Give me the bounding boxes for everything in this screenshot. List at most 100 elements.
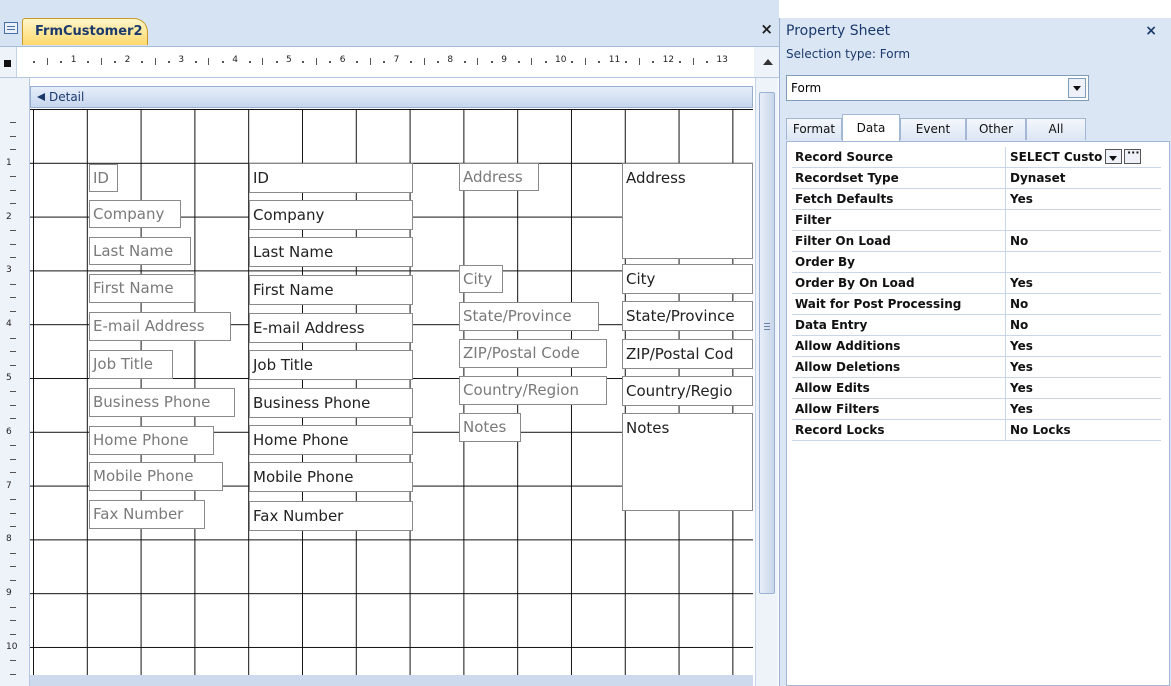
property-value[interactable] — [1006, 210, 1161, 230]
property-name: Data Entry — [792, 315, 1006, 335]
textbox-mobile-phone[interactable]: Mobile Phone — [249, 462, 413, 492]
close-icon[interactable]: × — [1145, 23, 1157, 39]
label-job-title[interactable]: Job Title — [89, 350, 173, 379]
ruler-tick — [154, 58, 156, 65]
textbox-home-phone[interactable]: Home Phone — [249, 425, 413, 455]
property-row[interactable]: Recordset Type Dynaset — [792, 168, 1161, 189]
property-value[interactable]: Yes — [1006, 357, 1161, 377]
ruler-tick — [208, 58, 210, 65]
property-value[interactable]: No — [1006, 315, 1161, 335]
property-value[interactable]: Dynaset — [1006, 168, 1161, 188]
property-value[interactable]: No Locks — [1006, 420, 1161, 440]
label-id[interactable]: ID — [89, 164, 118, 192]
grid-bottom-edge — [30, 675, 753, 686]
property-value[interactable]: Yes — [1006, 378, 1161, 398]
form-selector-box[interactable] — [4, 60, 11, 67]
ruler-number: 4 — [6, 319, 12, 330]
close-icon[interactable]: × — [760, 20, 773, 38]
property-row[interactable]: Order By — [792, 252, 1161, 273]
ruler-number: 5 — [6, 373, 12, 383]
document-tab-bar: FrmCustomer2 × — [0, 0, 779, 47]
object-selector-dropdown[interactable]: Form — [786, 75, 1089, 101]
textbox-state-province[interactable]: State/Province — [622, 301, 753, 331]
label-mobile-phone[interactable]: Mobile Phone — [89, 462, 223, 491]
vertical-ruler: 1 2 3 4 5 6 7 8 9 10 — [0, 78, 30, 686]
tab-all[interactable]: All — [1026, 118, 1086, 140]
tab-format[interactable]: Format — [786, 118, 842, 140]
property-row[interactable]: Data Entry No — [792, 315, 1161, 336]
ruler-tick — [383, 61, 386, 63]
dropdown-arrow-icon[interactable] — [1105, 149, 1122, 164]
ruler-number: 6 — [339, 55, 346, 65]
label-home-phone[interactable]: Home Phone — [89, 426, 214, 455]
object-selector-value: Form — [791, 81, 822, 95]
label-fax-number[interactable]: Fax Number — [89, 500, 205, 529]
property-value[interactable]: Yes — [1006, 273, 1161, 293]
ruler-tick — [10, 606, 16, 608]
textbox-first-name[interactable]: First Name — [249, 275, 413, 305]
label-notes[interactable]: Notes — [459, 413, 521, 442]
property-name: Wait for Post Processing — [792, 294, 1006, 314]
vertical-scrollbar[interactable] — [755, 78, 778, 686]
textbox-business-phone[interactable]: Business Phone — [249, 388, 413, 418]
property-value[interactable]: No — [1006, 294, 1161, 314]
property-row[interactable]: Order By On Load Yes — [792, 273, 1161, 294]
label-zip-postal-code[interactable]: ZIP/Postal Code — [459, 339, 607, 368]
property-row[interactable]: Fetch Defaults Yes — [792, 189, 1161, 210]
textbox-country-region[interactable]: Country/Regio — [622, 376, 753, 406]
chevron-down-icon[interactable] — [1068, 78, 1086, 98]
ruler-tick — [598, 61, 601, 63]
property-value[interactable]: Yes — [1006, 189, 1161, 209]
textbox-company[interactable]: Company — [249, 200, 413, 230]
ruler-tick — [423, 58, 425, 65]
textbox-address[interactable]: Address — [622, 163, 753, 259]
property-row[interactable]: Record Source SELECT Custo — [792, 146, 1161, 168]
tab-frmcustomer2[interactable]: FrmCustomer2 — [22, 18, 148, 45]
detail-section-bar[interactable]: Detail — [30, 86, 753, 108]
property-value[interactable]: Yes — [1006, 336, 1161, 356]
label-email-address[interactable]: E-mail Address — [89, 312, 231, 341]
property-row[interactable]: Record Locks No Locks — [792, 420, 1161, 441]
textbox-zip-postal-code[interactable]: ZIP/Postal Cod — [622, 339, 753, 369]
textbox-city[interactable]: City — [622, 264, 753, 294]
property-value[interactable] — [1006, 252, 1161, 272]
ruler-tick — [315, 58, 317, 65]
textbox-email-address[interactable]: E-mail Address — [249, 313, 413, 343]
property-row[interactable]: Wait for Post Processing No — [792, 294, 1161, 315]
property-row[interactable]: Allow Deletions Yes — [792, 357, 1161, 378]
ruler-tick — [705, 61, 708, 63]
textbox-notes[interactable]: Notes — [622, 413, 753, 511]
label-state-province[interactable]: State/Province — [459, 302, 599, 331]
property-row[interactable]: Filter On Load No — [792, 231, 1161, 252]
property-value[interactable]: No — [1006, 231, 1161, 251]
textbox-id[interactable]: ID — [249, 163, 413, 193]
label-city[interactable]: City — [459, 265, 503, 293]
builder-ellipsis-icon[interactable] — [1124, 146, 1141, 164]
label-company[interactable]: Company — [89, 200, 181, 228]
ruler-number: 8 — [6, 534, 12, 545]
property-row[interactable]: Allow Edits Yes — [792, 378, 1161, 399]
property-row[interactable]: Allow Filters Yes — [792, 399, 1161, 420]
ruler-tick — [221, 61, 224, 63]
textbox-fax-number[interactable]: Fax Number — [249, 501, 413, 531]
ruler-tick — [10, 135, 16, 137]
ruler-tick — [10, 391, 16, 393]
tab-event[interactable]: Event — [900, 118, 966, 140]
tab-data[interactable]: Data — [842, 114, 900, 141]
ruler-tick — [584, 58, 586, 65]
label-last-name[interactable]: Last Name — [89, 237, 191, 265]
property-name: Filter — [792, 210, 1006, 230]
scrollbar-thumb[interactable] — [759, 92, 775, 594]
label-first-name[interactable]: First Name — [89, 274, 195, 303]
textbox-job-title[interactable]: Job Title — [249, 350, 413, 380]
textbox-last-name[interactable]: Last Name — [249, 237, 413, 267]
label-address[interactable]: Address — [459, 163, 539, 191]
property-row[interactable]: Filter — [792, 210, 1161, 231]
property-row[interactable]: Allow Additions Yes — [792, 336, 1161, 357]
ruler-tick — [10, 310, 16, 312]
tab-other[interactable]: Other — [966, 118, 1026, 140]
label-country-region[interactable]: Country/Region — [459, 376, 607, 405]
scroll-up-icon[interactable] — [761, 55, 775, 69]
label-business-phone[interactable]: Business Phone — [89, 388, 235, 417]
property-value[interactable]: Yes — [1006, 399, 1161, 419]
